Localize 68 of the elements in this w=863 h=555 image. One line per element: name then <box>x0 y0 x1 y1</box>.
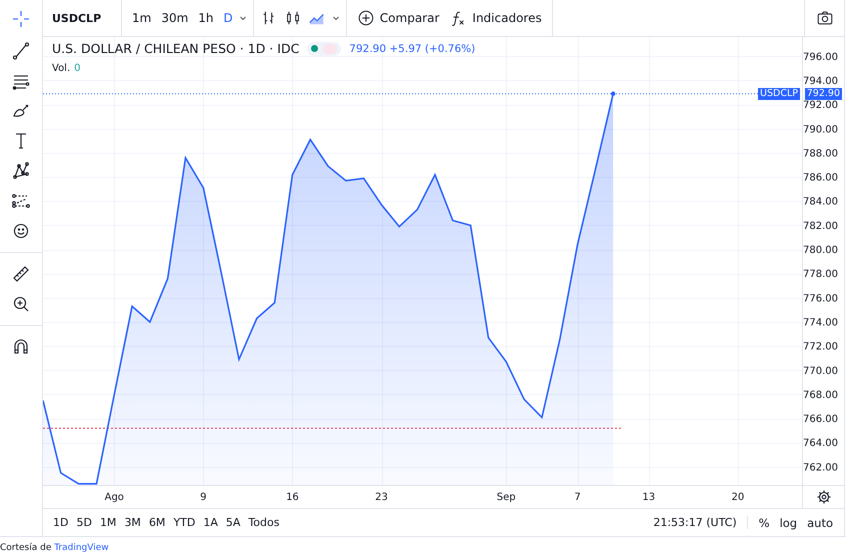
time-axis-label: 9 <box>200 492 207 503</box>
symbol-button[interactable]: USDCLP <box>49 10 115 26</box>
range-button[interactable]: 3M <box>120 514 145 531</box>
price-axis-label: 772.00 <box>803 342 838 353</box>
volume-value: 0 <box>74 63 81 74</box>
price-axis-label: 784.00 <box>803 196 838 208</box>
time-axis-label: Sep <box>496 492 516 503</box>
camera-icon[interactable] <box>816 9 834 27</box>
price-tag: 792.90 <box>804 88 842 100</box>
price-axis-label: 794.00 <box>803 76 838 87</box>
settings-icon[interactable] <box>816 490 832 504</box>
range-button[interactable]: YTD <box>169 514 200 531</box>
range-button[interactable]: 5D <box>72 514 96 531</box>
price-axis-label: 780.00 <box>803 245 838 256</box>
interval-button[interactable]: 1m <box>128 8 156 28</box>
caret-icon[interactable] <box>238 14 247 22</box>
price-axis-label: 790.00 <box>803 124 838 136</box>
smiley-icon[interactable] <box>11 221 31 241</box>
price-axis-label: 788.00 <box>803 148 838 160</box>
crosshair-icon[interactable] <box>11 9 31 29</box>
interval-button[interactable]: 30m <box>157 8 192 28</box>
time-axis-label: 16 <box>286 492 299 503</box>
price-axis-label: 774.00 <box>803 317 838 328</box>
range-button[interactable]: 6M <box>144 514 170 531</box>
price-axis-label: 782.00 <box>803 220 838 232</box>
volume-label: Vol. <box>52 63 70 74</box>
projection-icon[interactable] <box>11 191 31 211</box>
pattern-icon[interactable] <box>11 161 31 181</box>
price-axis-label: 766.00 <box>803 414 838 426</box>
interval-button[interactable]: 1h <box>194 8 218 28</box>
range-button[interactable]: 1A <box>199 514 222 531</box>
price-axis-label: 796.00 <box>803 52 838 63</box>
scale-option-button[interactable]: auto <box>802 514 838 532</box>
range-button[interactable]: 1M <box>96 514 120 531</box>
price-axis-label: 778.00 <box>803 269 838 280</box>
time-axis-label: 7 <box>574 492 581 503</box>
chart-title: U.S. DOLLAR / CHILEAN PESO · 1D · IDC <box>52 41 300 56</box>
zoom-in-icon[interactable] <box>11 294 31 314</box>
price-axis-label: 764.00 <box>803 438 838 450</box>
price-axis-label: 770.00 <box>803 366 838 377</box>
compare-button[interactable]: Comparar <box>352 6 444 30</box>
tradingview-link[interactable]: TradingView <box>54 543 109 553</box>
last-point-marker <box>610 92 616 96</box>
price-axis-label: 786.00 <box>803 172 838 184</box>
interval-button[interactable]: D <box>220 8 237 28</box>
range-button[interactable]: 1D <box>49 514 72 531</box>
price-axis-label: 762.00 <box>803 462 838 474</box>
scale-option-button[interactable]: % <box>754 514 775 532</box>
time-axis-label: 23 <box>375 492 388 503</box>
range-button[interactable]: 5A <box>222 514 244 531</box>
price-axis-label: 792.00 <box>803 100 838 112</box>
time-axis-label: 20 <box>732 492 744 503</box>
symbol-tag: USDCLP <box>758 88 800 100</box>
market-open-dot <box>311 45 318 52</box>
indicators-button[interactable]: Indicadores <box>445 6 546 30</box>
price-quote: 792.90 +5.97 (+0.76%) <box>349 42 476 54</box>
range-button[interactable]: Todos <box>244 514 284 531</box>
scale-option-button[interactable]: log <box>774 514 802 532</box>
time-axis-label: Ago <box>104 492 124 503</box>
time-axis-label: 13 <box>642 492 656 503</box>
trend-line-icon[interactable] <box>11 41 31 61</box>
price-axis-label: 768.00 <box>803 390 838 401</box>
credit-text: Cortesía de TradingView <box>0 543 110 553</box>
price-axis-label: 776.00 <box>803 293 838 304</box>
caret-icon[interactable] <box>332 14 340 22</box>
plus-circle-icon <box>356 9 375 27</box>
ruler-icon[interactable] <box>11 264 31 284</box>
clock-text: 21:53:17 (UTC) <box>653 516 748 529</box>
